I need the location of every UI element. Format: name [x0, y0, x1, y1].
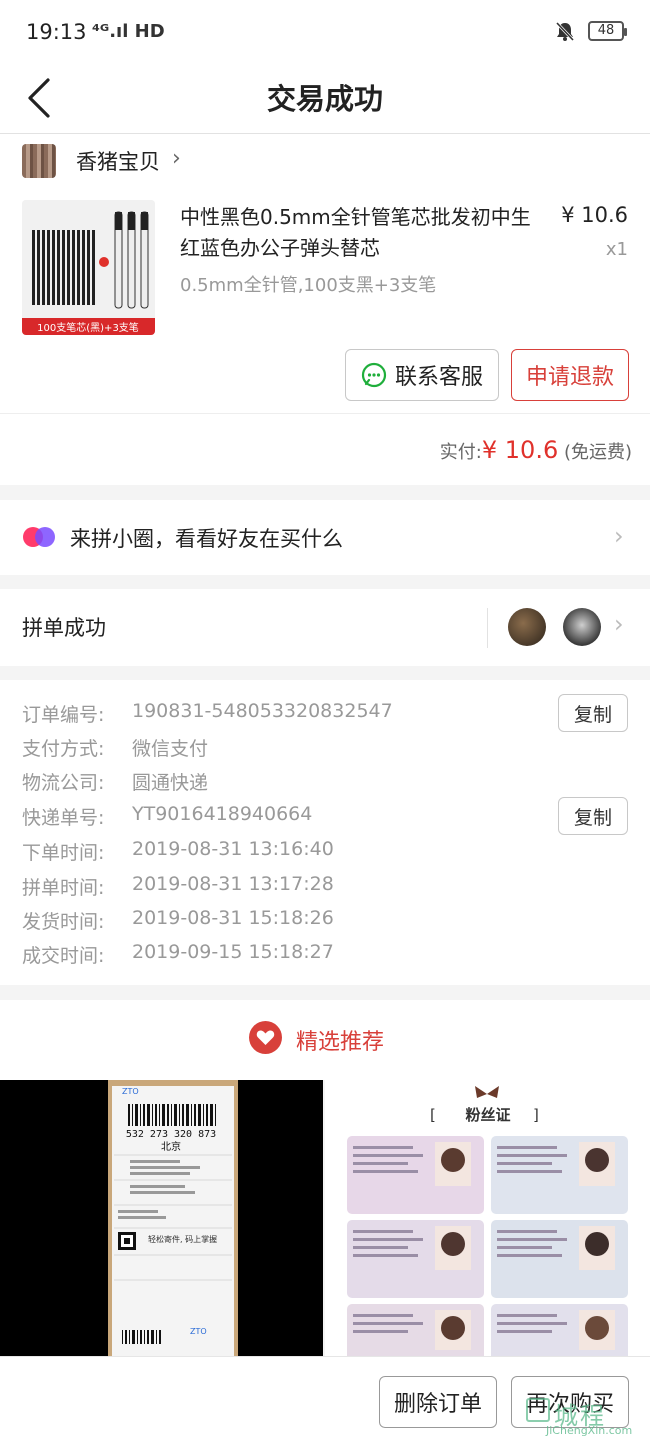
- shipping-label-image: ZTO 532 273 320 873 北京 轻松寄件, 码上掌握 ZTO: [0, 1080, 323, 1356]
- order-info-label: 物流公司:: [22, 772, 105, 794]
- order-info-label: 成交时间:: [22, 945, 105, 967]
- pen-refills-image: 100支笔芯(黑)+3支笔: [22, 200, 155, 335]
- order-info-value: 2019-09-15 15:18:27: [132, 941, 334, 963]
- mute-bell-icon: [555, 21, 575, 42]
- product-price: ¥ 10.6: [561, 203, 628, 227]
- watermark-logo-icon: [526, 1398, 550, 1422]
- heart-icon: [249, 1021, 282, 1054]
- order-info-value: 190831-548053320832547: [132, 700, 393, 722]
- chevron-right-icon[interactable]: ›: [614, 610, 624, 638]
- shop-name[interactable]: 香猪宝贝: [76, 146, 160, 176]
- recommend-title: 精选推荐: [296, 1030, 385, 1055]
- order-info-row: 物流公司: 圆通快递: [22, 768, 208, 795]
- order-info-value: 微信支付: [132, 738, 209, 760]
- order-info-row: 发货时间: 2019-08-31 15:18:26: [22, 907, 334, 934]
- status-right: 48: [554, 20, 627, 42]
- avatar[interactable]: [563, 608, 601, 646]
- status-bar: 19:13 ⁴ᴳ.ıl HD 48: [0, 0, 650, 62]
- copy-order-number-button[interactable]: 复制: [558, 694, 628, 732]
- product-quantity: x1: [605, 239, 628, 260]
- delete-order-button[interactable]: 删除订单: [379, 1376, 497, 1428]
- order-info-row: 下单时间: 2019-08-31 13:16:40: [22, 838, 334, 865]
- order-info-label: 订单编号:: [22, 704, 105, 726]
- product-title[interactable]: 中性黑色0.5mm全针管笔芯批发初中生红蓝色办公子弹头替芯: [180, 202, 540, 264]
- order-info-row: 快递单号: YT9016418940664: [22, 803, 312, 830]
- payment-summary: 实付:¥ 10.6 (免运费): [440, 436, 632, 464]
- copy-tracking-number-button[interactable]: 复制: [558, 797, 628, 835]
- svg-text:[: [: [430, 1106, 436, 1124]
- shipping-slogan-print: 轻松寄件, 码上掌握: [148, 1234, 217, 1244]
- order-info-value: 2019-08-31 13:17:28: [132, 873, 334, 895]
- order-info-label: 快递单号:: [22, 807, 105, 829]
- friend-circle-text[interactable]: 来拼小圈，看看好友在买什么: [70, 523, 343, 553]
- fan-card-image: [ 粉丝证 ]: [325, 1080, 650, 1356]
- recommend-item-left[interactable]: ZTO 532 273 320 873 北京 轻松寄件, 码上掌握 ZTO: [0, 1080, 323, 1356]
- order-info-value: 圆通快递: [132, 772, 209, 794]
- order-info-row: 成交时间: 2019-09-15 15:18:27: [22, 941, 334, 968]
- chevron-right-icon[interactable]: ›: [172, 146, 181, 171]
- payment-label: 实付:: [439, 442, 482, 463]
- signal-indicator: ⁴ᴳ.ıl HD: [92, 21, 165, 42]
- svg-text:ZTO: ZTO: [190, 1327, 207, 1336]
- payment-note: (免运费): [563, 442, 632, 463]
- avatar[interactable]: [508, 608, 546, 646]
- watermark-url: JiChengXin.com: [546, 1424, 633, 1437]
- watermark: 城程 JiChengXin.com: [526, 1396, 644, 1440]
- refund-button[interactable]: 申请退款: [511, 349, 629, 401]
- chevron-right-icon[interactable]: ›: [614, 522, 624, 550]
- circle-logo-icon: [23, 527, 55, 547]
- svg-text:]: ]: [533, 1106, 539, 1124]
- contact-service-label: 联系客服: [394, 365, 483, 390]
- tracking-number-print: 532 273 320 873: [126, 1129, 216, 1140]
- divider: [487, 608, 488, 648]
- nav-bar: 交易成功: [0, 62, 650, 134]
- svg-text:ZTO: ZTO: [122, 1087, 139, 1096]
- product-spec: 0.5mm全针管,100支黑+3支笔: [180, 275, 437, 296]
- order-info-row: 拼单时间: 2019-08-31 13:17:28: [22, 873, 334, 900]
- order-info-value: 2019-08-31 15:18:26: [132, 907, 334, 929]
- destination-city-print: 北京: [161, 1140, 181, 1153]
- fan-card-heading: 粉丝证: [465, 1106, 510, 1124]
- product-image[interactable]: 100支笔芯(黑)+3支笔: [22, 200, 155, 335]
- order-info-value: 2019-08-31 13:16:40: [132, 838, 334, 860]
- status-time: 19:13: [26, 20, 87, 44]
- recommend-item-right[interactable]: [ 粉丝证 ]: [325, 1080, 650, 1356]
- order-info-label: 下单时间:: [22, 842, 105, 864]
- order-info-row: 支付方式: 微信支付: [22, 734, 208, 761]
- chat-bubble-icon: [361, 362, 387, 388]
- order-info-label: 支付方式:: [22, 738, 105, 760]
- product-image-caption: 100支笔芯(黑)+3支笔: [37, 321, 139, 334]
- battery-icon: 48: [588, 21, 627, 41]
- shop-avatar[interactable]: [22, 144, 56, 178]
- order-info-label: 发货时间:: [22, 911, 105, 933]
- page-title: 交易成功: [266, 82, 383, 116]
- group-buy-status: 拼单成功: [22, 616, 106, 640]
- contact-service-button[interactable]: 联系客服: [345, 349, 499, 401]
- order-info-label: 拼单时间:: [22, 877, 105, 899]
- order-info-row: 订单编号: 190831-548053320832547: [22, 700, 393, 727]
- payment-amount: ¥ 10.6: [481, 436, 559, 464]
- order-info-value: YT9016418940664: [132, 803, 313, 825]
